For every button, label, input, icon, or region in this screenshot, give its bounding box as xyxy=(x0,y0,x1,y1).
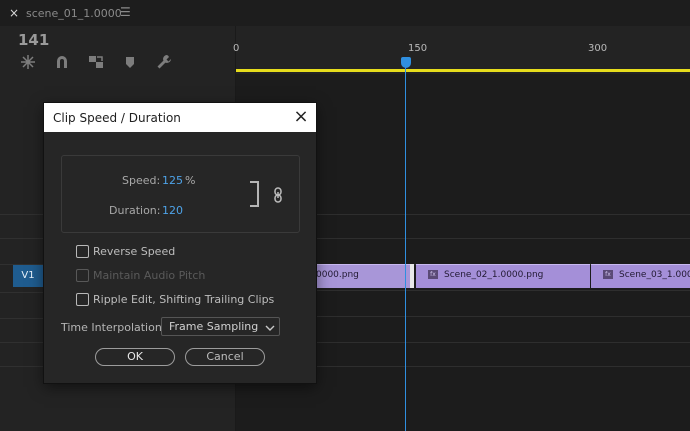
time-interpolation-value: Frame Sampling xyxy=(169,320,259,333)
fx-badge-icon: fx xyxy=(603,270,613,279)
ok-button[interactable]: OK xyxy=(95,348,175,366)
close-icon[interactable]: × xyxy=(292,107,310,127)
clip-name: Scene_03_1.0000 xyxy=(619,270,690,280)
maintain-audio-pitch-label: Maintain Audio Pitch xyxy=(93,269,206,282)
linked-selection-icon[interactable] xyxy=(88,54,104,70)
speed-label: Speed: xyxy=(122,174,161,187)
time-interpolation-label: Time Interpolation: xyxy=(61,321,166,334)
sequence-tab-title[interactable]: scene_01_1.0000 xyxy=(26,7,122,20)
clip-speed-duration-dialog: Clip Speed / Duration × Speed: 125 % Dur… xyxy=(44,103,316,383)
timeline-clip[interactable]: 0000.png xyxy=(300,264,410,288)
chevron-down-icon xyxy=(265,321,275,331)
snap-icon[interactable] xyxy=(20,54,36,70)
speed-unit: % xyxy=(185,174,196,187)
time-interpolation-select[interactable]: Frame Sampling xyxy=(161,317,280,336)
track-v1-toggle[interactable]: V1 xyxy=(13,265,43,287)
cancel-button[interactable]: Cancel xyxy=(185,348,265,366)
link-bracket xyxy=(250,181,259,207)
maintain-audio-pitch-checkbox xyxy=(76,269,89,282)
fx-badge-icon: fx xyxy=(428,270,438,279)
magnet-icon[interactable] xyxy=(54,54,70,70)
timeline-clip[interactable]: fx Scene_02_1.0000.png xyxy=(416,264,590,288)
playhead-handle[interactable] xyxy=(401,57,411,68)
reverse-speed-label: Reverse Speed xyxy=(93,245,176,258)
timeline-clip[interactable]: fx Scene_03_1.0000 xyxy=(591,264,690,288)
clip-name: 0000.png xyxy=(316,270,359,280)
wrench-icon[interactable] xyxy=(156,54,172,70)
dialog-title-bar: Clip Speed / Duration × xyxy=(44,103,316,132)
dialog-title: Clip Speed / Duration xyxy=(53,111,181,125)
time-ruler[interactable]: 0 150 300 xyxy=(233,26,690,74)
ruler-label-300: 300 xyxy=(588,43,608,54)
speed-duration-group xyxy=(61,155,300,233)
playhead-line[interactable] xyxy=(405,60,406,431)
work-area-bar[interactable] xyxy=(236,69,690,72)
clip-edit-point[interactable] xyxy=(410,264,414,288)
tab-menu-icon[interactable]: ☰ xyxy=(120,5,131,19)
ruler-label-0: 0 xyxy=(233,43,240,54)
reverse-speed-checkbox[interactable] xyxy=(76,245,89,258)
sequence-tab-bar: × scene_01_1.0000 ☰ xyxy=(0,0,690,27)
ruler-label-150: 150 xyxy=(408,43,428,54)
speed-value-field[interactable]: 125 xyxy=(162,174,183,187)
chain-link-icon[interactable] xyxy=(272,187,284,203)
ripple-edit-label: Ripple Edit, Shifting Trailing Clips xyxy=(93,293,275,306)
duration-label: Duration: xyxy=(109,204,161,217)
duration-value-field[interactable]: 120 xyxy=(162,204,183,217)
marker-icon[interactable] xyxy=(122,54,138,70)
timeline-timecode[interactable]: 141 xyxy=(18,31,49,49)
clip-name: Scene_02_1.0000.png xyxy=(444,270,544,280)
ripple-edit-checkbox[interactable] xyxy=(76,293,89,306)
tab-close-icon[interactable]: × xyxy=(9,6,19,20)
